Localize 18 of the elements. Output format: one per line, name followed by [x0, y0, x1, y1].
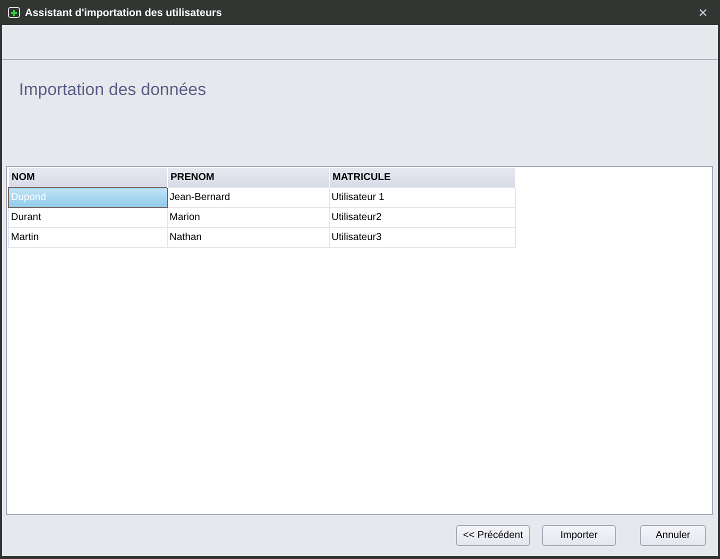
table-cell[interactable]: Durant [8, 208, 167, 228]
window-title: Assistant d'importation des utilisateurs [25, 6, 223, 18]
column-header[interactable]: NOM [8, 168, 167, 188]
table-cell[interactable]: Martin [8, 228, 167, 248]
app-icon [8, 6, 20, 18]
table-cell[interactable]: Jean-Bernard [167, 188, 329, 208]
table-cell[interactable]: Marion [167, 208, 329, 228]
dialog-button[interactable]: << Précédent [456, 525, 530, 546]
close-button[interactable]: ✕ [698, 6, 714, 20]
table-cell[interactable]: Utilisateur 1 [329, 188, 515, 208]
dialog-button[interactable]: Annuler [640, 525, 706, 546]
table-cell[interactable]: Nathan [167, 228, 329, 248]
dialog-button[interactable]: Importer [542, 525, 616, 546]
column-header[interactable]: PRENOM [167, 168, 329, 188]
table-cell[interactable]: Utilisateur3 [329, 228, 515, 248]
page-heading: Importation des données [19, 80, 206, 100]
table-cell[interactable]: Utilisateur2 [329, 208, 515, 228]
column-header[interactable]: MATRICULE [329, 168, 515, 188]
